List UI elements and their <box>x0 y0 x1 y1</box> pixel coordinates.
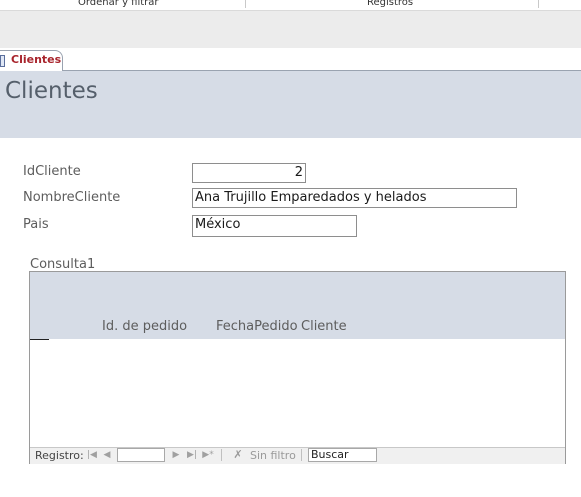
nav-separator <box>301 449 302 461</box>
pais-field[interactable]: México <box>192 215 357 237</box>
id-cliente-label: IdCliente <box>23 164 81 179</box>
nombre-cliente-field[interactable]: Ana Trujillo Emparedados y helados <box>192 188 517 208</box>
ribbon-band <box>0 10 581 50</box>
column-header-id-pedido: Id. de pedido <box>102 319 188 334</box>
document-tab-strip <box>0 48 581 72</box>
no-filter-icon: ✗ <box>233 448 243 461</box>
id-cliente-field[interactable]: 2 <box>192 163 306 183</box>
search-input[interactable]: Buscar <box>308 448 377 462</box>
column-header-fecha-pedido: FechaPedido <box>216 319 298 334</box>
subform-label: Consulta1 <box>30 257 96 272</box>
previous-record-icon[interactable]: ◀ <box>100 448 114 462</box>
first-record-icon[interactable]: |◀ <box>85 448 99 462</box>
ribbon-separator <box>538 0 539 8</box>
ribbon-group-records: Registros <box>367 0 414 8</box>
document-tab-label[interactable]: Clientes <box>11 53 61 66</box>
filter-status[interactable]: Sin filtro <box>250 449 296 462</box>
last-record-icon[interactable]: ▶| <box>185 448 199 462</box>
record-label: Registro: <box>35 449 84 462</box>
nav-separator <box>221 449 222 461</box>
ribbon-separator <box>245 0 246 8</box>
new-record-icon[interactable]: ▶* <box>201 448 215 462</box>
form-icon <box>0 55 5 67</box>
pais-label: Pais <box>23 217 49 232</box>
new-record-cursor <box>30 339 49 340</box>
nombre-cliente-label: NombreCliente <box>23 190 121 205</box>
record-number-input[interactable] <box>117 448 165 462</box>
column-header-cliente: Cliente <box>301 319 347 334</box>
next-record-icon[interactable]: ▶ <box>169 448 183 462</box>
form-title: Clientes <box>5 78 98 104</box>
ribbon-group-sort-filter: Ordenar y filtrar <box>78 0 159 8</box>
